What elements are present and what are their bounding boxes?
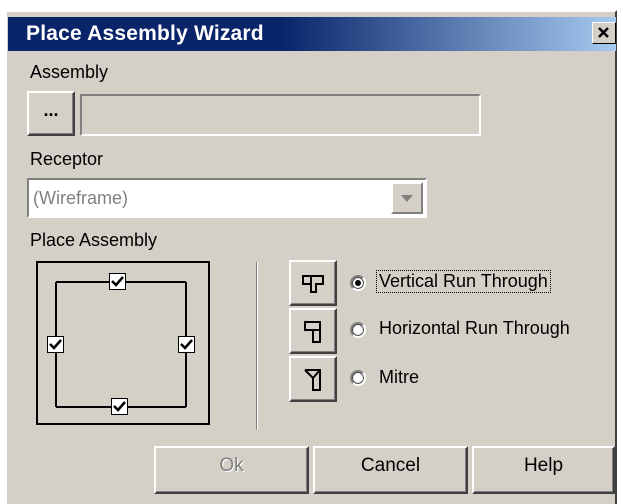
vertical-run-through-icon (302, 275, 324, 293)
receptor-selected-value: (Wireframe) (33, 188, 128, 208)
ok-button-label: Ok (219, 455, 244, 476)
assembly-label: Assembly (30, 62, 109, 82)
browse-button-label: ... (43, 100, 59, 120)
radio-selected-dot (355, 280, 361, 286)
dialog-window (5, 10, 617, 504)
checkmark-icon (111, 276, 124, 287)
window-title: Place Assembly Wizard (26, 22, 264, 45)
cancel-button-label: Cancel (360, 455, 421, 476)
horizontal-run-through-icon (304, 321, 321, 343)
cancel-button[interactable]: Cancel (313, 446, 468, 494)
receptor-label: Receptor (30, 149, 104, 169)
title-bar[interactable]: Place Assembly Wizard (8, 17, 616, 51)
vertical-separator (256, 262, 258, 430)
chevron-down-icon (401, 195, 413, 202)
close-button[interactable] (592, 22, 616, 44)
checkmark-icon (113, 401, 126, 412)
checkmark-icon (49, 339, 62, 350)
radio-mitre[interactable] (350, 370, 366, 386)
assembly-browse-button[interactable]: ... (27, 91, 75, 136)
checkbox-bottom[interactable] (111, 398, 128, 415)
radio-horizontal-run-through[interactable] (350, 322, 366, 338)
help-button-label: Help (523, 455, 564, 476)
dropdown-button[interactable] (391, 182, 423, 214)
place-assembly-label: Place Assembly (30, 230, 158, 250)
checkbox-left[interactable] (47, 336, 64, 353)
horizontal-run-through-button[interactable] (289, 308, 337, 354)
checkmark-icon (180, 339, 193, 350)
receptor-dropdown[interactable]: (Wireframe) (27, 178, 427, 218)
mitre-icon (304, 369, 321, 391)
checkbox-right[interactable] (178, 336, 195, 353)
mitre-button[interactable] (289, 356, 337, 402)
checkbox-top[interactable] (109, 273, 126, 290)
vertical-run-through-button[interactable] (289, 260, 337, 306)
assembly-field[interactable] (80, 94, 481, 136)
option-mitre-label[interactable]: Mitre (379, 367, 419, 388)
help-button[interactable]: Help (472, 446, 615, 494)
option-vertical-run-through-label[interactable]: Vertical Run Through (376, 270, 551, 293)
radio-vertical-run-through[interactable] (350, 275, 366, 291)
option-horizontal-run-through-label[interactable]: Horizontal Run Through (379, 318, 570, 339)
ok-button[interactable]: Ok (154, 446, 309, 494)
close-icon (598, 27, 609, 38)
